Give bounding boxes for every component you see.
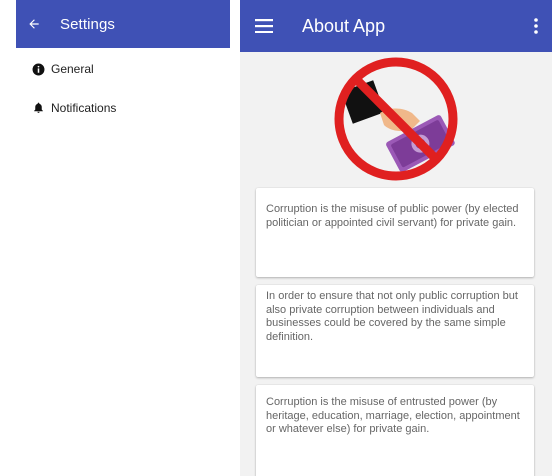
settings-item-label: Notifications [51,101,117,115]
info-card-text: Corruption is the misuse of entrusted po… [266,396,520,435]
info-card: In order to ensure that not only public … [256,285,534,377]
info-card: Corruption is the misuse of public power… [256,188,534,277]
bell-icon [30,100,46,116]
overflow-menu-button[interactable] [528,14,544,38]
settings-app-bar: Settings [16,0,230,48]
back-button[interactable] [16,0,52,48]
no-bribery-icon [334,57,458,181]
info-card: Corruption is the misuse of entrusted po… [256,385,534,476]
menu-button[interactable] [240,0,288,52]
hamburger-menu-icon [255,19,273,33]
more-vert-icon [534,18,538,34]
info-card-text: Corruption is the misuse of public power… [266,203,519,229]
screen-gap [230,0,240,476]
settings-item-notifications[interactable]: Notifications [30,97,116,119]
about-app-bar: About App [240,0,552,52]
about-screen: About App Corruption is the misuse of pu… [240,0,552,476]
settings-screen: Settings General Notifications [16,0,230,476]
info-card-text: In order to ensure that not only public … [266,290,518,343]
settings-title: Settings [60,15,115,33]
info-icon [30,61,46,77]
back-arrow-icon [29,19,39,29]
settings-item-label: General [51,62,94,76]
about-title: About App [302,15,386,36]
settings-item-general[interactable]: General [30,58,94,80]
